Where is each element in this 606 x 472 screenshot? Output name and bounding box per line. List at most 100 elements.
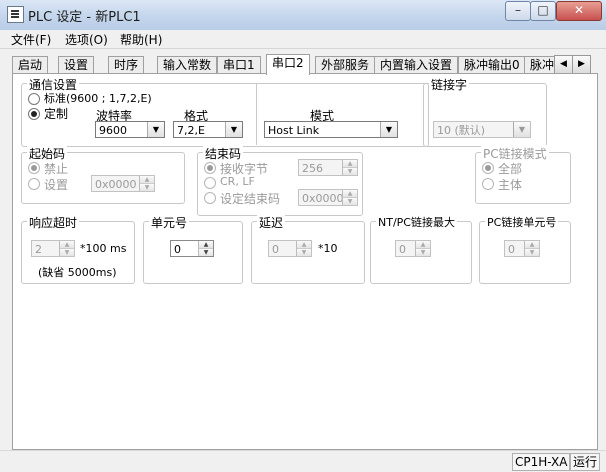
end-code-stepper[interactable]: 0x0000 ▲ ▼ [298,189,358,206]
tab-external-services[interactable]: 外部服务 [315,56,376,74]
tab-pulse-output-0[interactable]: 脉冲输出0 [458,56,526,74]
spin-down-icon[interactable]: ▼ [140,184,154,191]
chevron-down-icon: ▼ [380,122,397,137]
spin-up-icon[interactable]: ▲ [297,241,311,249]
link-word-group: 链接字 10 (默认) ▼ [423,76,547,147]
start-set-radio[interactable] [28,178,40,190]
maximize-button[interactable]: □ [530,1,556,21]
window-title: PLC 设定 - 新PLC1 [28,10,141,25]
status-state: 运行 [570,453,601,471]
delay-value: 0 [272,243,279,256]
response-timeout-group: 响应超时 2 ▲ ▼ *100 ms (缺省 5000ms) [21,214,135,284]
format-select[interactable]: 7,2,E ▼ [173,121,243,138]
standard-label: 标准(9600 ; 1,7,2,E) [44,92,152,105]
spin-up-icon[interactable]: ▲ [60,241,74,249]
spin-up-icon[interactable]: ▲ [343,190,357,198]
nt-pc-link-max-value: 0 [399,243,406,256]
spin-up-icon[interactable]: ▲ [343,160,357,168]
spin-up-icon[interactable]: ▲ [416,241,430,249]
serial-port-2-panel: 通信设置 标准(9600 ; 1,7,2,E) 定制 波特率 9600 ▼ 格式… [12,73,598,450]
crlf-label: CR, LF [220,175,255,188]
start-set-label: 设置 [44,178,69,192]
delay-group: 延迟 0 ▲ ▼ *10 [251,214,365,284]
recv-bytes-radio[interactable] [204,162,216,174]
pc-link-master-radio[interactable] [482,178,494,190]
tab-builtin-input[interactable]: 内置输入设置 [374,56,459,74]
tab-scroll-right-icon[interactable]: ▶ [572,55,591,74]
response-timeout-stepper[interactable]: 2 ▲ ▼ [31,240,75,257]
menu-help[interactable]: 帮助(H) [120,31,162,48]
nt-pc-link-max-label: NT/PC链接最大 [376,214,457,230]
response-timeout-default: (缺省 5000ms) [38,266,117,279]
tab-serial-port-2[interactable]: 串口2 [266,54,310,75]
response-timeout-unit: *100 ms [80,242,127,255]
spin-up-icon[interactable]: ▲ [199,241,213,249]
spin-down-icon[interactable]: ▼ [525,249,539,256]
menu-options[interactable]: 选项(O) [65,31,108,48]
close-button[interactable]: ✕ [556,1,602,21]
start-code-group: 起始码 禁止 设置 0x0000 ▲ ▼ [21,145,185,204]
spin-up-icon[interactable]: ▲ [140,176,154,184]
set-end-code-label: 设定结束码 [220,192,281,206]
pc-link-unit-value: 0 [508,243,515,256]
pc-link-mode-group: PC链接模式 全部 主体 [475,145,571,204]
tab-settings[interactable]: 设置 [58,56,95,74]
start-disable-radio[interactable] [28,162,40,174]
spin-down-icon[interactable]: ▼ [297,249,311,256]
custom-radio[interactable] [28,108,40,120]
spin-down-icon[interactable]: ▼ [60,249,74,256]
spin-down-icon[interactable]: ▼ [416,249,430,256]
comm-settings-group: 通信设置 标准(9600 ; 1,7,2,E) 定制 波特率 9600 ▼ 格式… [21,76,429,147]
recv-bytes-value: 256 [302,162,323,175]
tab-serial-port-1[interactable]: 串口1 [217,56,261,74]
comm-divider [256,83,257,145]
baud-rate-select[interactable]: 9600 ▼ [95,121,165,138]
tab-scroll-left-icon[interactable]: ◀ [554,55,573,74]
tab-timing[interactable]: 时序 [108,56,145,74]
status-bar: CP1H-XA 运行 [0,450,606,472]
mode-value: Host Link [268,124,320,137]
delay-unit: *10 [318,242,338,255]
set-end-code-radio[interactable] [204,192,216,204]
spin-down-icon[interactable]: ▼ [343,168,357,175]
mode-select[interactable]: Host Link ▼ [264,121,398,138]
spin-up-icon[interactable]: ▲ [525,241,539,249]
chevron-down-icon: ▼ [513,122,530,137]
unit-no-stepper[interactable]: 0 ▲ ▼ [170,240,214,257]
crlf-radio[interactable] [204,177,216,189]
delay-stepper[interactable]: 0 ▲ ▼ [268,240,312,257]
spin-down-icon[interactable]: ▼ [199,249,213,256]
pc-link-all-radio[interactable] [482,162,494,174]
pc-link-all-label: 全部 [498,162,523,176]
nt-pc-link-max-group: NT/PC链接最大 0 ▲ ▼ [370,214,472,284]
baud-rate-value: 9600 [99,124,127,137]
title-bar: PLC 设定 - 新PLC1 – □ ✕ [0,0,606,31]
status-model: CP1H-XA [512,453,571,471]
app-icon [7,6,24,23]
end-code-value: 0x0000 [302,192,344,205]
end-code-group: 结束码 接收字节 256 ▲ ▼ CR, LF 设定结束码 0x0000 ▲ ▼ [197,145,363,216]
unit-no-label: 单元号 [149,214,190,231]
start-code-value: 0x0000 [95,178,137,191]
tab-startup[interactable]: 启动 [12,56,49,74]
unit-no-value: 0 [174,243,181,256]
standard-radio[interactable] [28,93,40,105]
menu-bar: 文件(F) 选项(O) 帮助(H) [0,30,606,49]
link-word-select[interactable]: 10 (默认) ▼ [433,121,531,138]
menu-file[interactable]: 文件(F) [11,31,51,48]
format-value: 7,2,E [177,124,205,137]
pc-link-unit-label: PC链接单元号 [485,214,559,230]
tab-strip: 启动 设置 时序 输入常数 串口1 串口2 外部服务 内置输入设置 脉冲输出0 … [12,54,596,75]
link-word-value: 10 (默认) [437,124,486,137]
chevron-down-icon: ▼ [147,122,164,137]
tab-input-constants[interactable]: 输入常数 [157,56,218,74]
nt-pc-link-max-stepper[interactable]: 0 ▲ ▼ [395,240,431,257]
response-timeout-label: 响应超时 [27,214,80,231]
start-code-stepper[interactable]: 0x0000 ▲ ▼ [91,175,155,192]
recv-bytes-stepper[interactable]: 256 ▲ ▼ [298,159,358,176]
spin-down-icon[interactable]: ▼ [343,198,357,205]
start-disable-label: 禁止 [44,162,69,176]
minimize-button[interactable]: – [505,1,531,21]
pc-link-master-label: 主体 [498,178,523,192]
pc-link-unit-stepper[interactable]: 0 ▲ ▼ [504,240,540,257]
